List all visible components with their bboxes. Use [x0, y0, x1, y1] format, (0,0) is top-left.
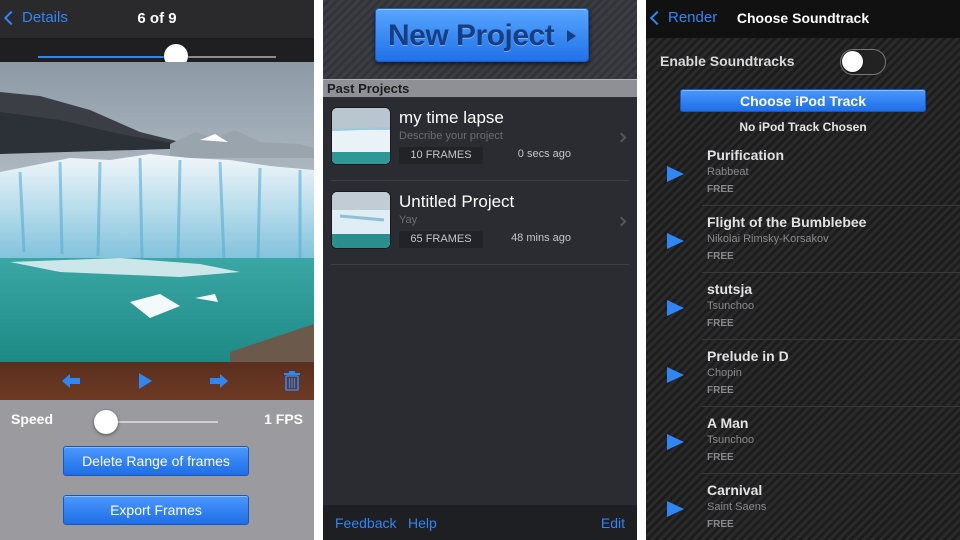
speed-value: 1 FPS: [264, 411, 303, 427]
track-artist: Tsunchoo: [707, 300, 755, 312]
project-row[interactable]: my time lapse Describe your project 10 F…: [323, 97, 637, 181]
soundtrack-screen: Render Choose Soundtrack Enable Soundtra…: [646, 0, 960, 540]
page-title: Choose Soundtrack: [736, 10, 870, 26]
chevron-right-icon: [616, 132, 627, 143]
enable-soundtracks-row: Enable Soundtracks: [646, 38, 960, 84]
frame-count-badge: 65 FRAMES: [399, 231, 483, 248]
track-row[interactable]: Flight of the Bumblebee Nikolai Rimsky-K…: [646, 206, 960, 273]
toggle-knob: [842, 51, 863, 72]
play-icon[interactable]: [667, 501, 684, 517]
arrow-right-icon[interactable]: [208, 370, 230, 392]
track-price: FREE: [707, 251, 734, 262]
play-icon[interactable]: [667, 434, 684, 450]
glacier-photo: [0, 62, 314, 362]
project-title: my time lapse: [399, 108, 504, 127]
track-artist: Rabbeat: [707, 166, 749, 178]
section-title: Past Projects: [327, 81, 410, 96]
track-artist: Saint Saens: [707, 501, 767, 513]
projects-screen: New Project Past Projects my time lapse …: [323, 0, 637, 540]
arrow-left-icon[interactable]: [60, 370, 82, 392]
frame-editor-screen: Details 6 of 9 Speed 1 FPS Delete Range …: [0, 0, 314, 540]
frame-scrubber[interactable]: [0, 38, 314, 68]
track-artist: Nikolai Rimsky-Korsakov: [707, 233, 829, 245]
track-name: stutsja: [707, 281, 753, 297]
projects-header: New Project: [323, 0, 637, 79]
track-row[interactable]: Prelude in D Chopin FREE: [646, 340, 960, 407]
track-row[interactable]: A Man Tsunchoo FREE: [646, 407, 960, 474]
project-timestamp: 48 mins ago: [511, 232, 571, 244]
track-name: Purification: [707, 147, 785, 163]
frame-count-badge: 10 FRAMES: [399, 147, 483, 164]
new-project-button[interactable]: New Project: [375, 8, 589, 62]
project-row[interactable]: Untitled Project Yay 65 FRAMES 48 mins a…: [323, 181, 637, 265]
editor-controls: Speed 1 FPS Delete Range of frames Expor…: [0, 400, 314, 540]
track-row[interactable]: stutsja Tsunchoo FREE: [646, 273, 960, 340]
speed-slider-knob[interactable]: [93, 410, 118, 434]
play-icon[interactable]: [667, 233, 684, 249]
ipod-track-status: No iPod Track Chosen: [739, 120, 867, 134]
track-artist: Chopin: [707, 367, 742, 379]
play-icon[interactable]: [134, 370, 156, 392]
trash-icon[interactable]: [281, 370, 303, 392]
scrubber-fill: [38, 56, 177, 58]
delete-range-button[interactable]: Delete Range of frames: [63, 446, 249, 476]
chevron-right-icon: [616, 216, 627, 227]
project-description: Yay: [399, 214, 418, 226]
section-header: Past Projects: [323, 79, 637, 97]
app-screenshots: Details 6 of 9 Speed 1 FPS Delete Range …: [0, 0, 960, 540]
row-divider: [331, 264, 629, 265]
export-frames-button[interactable]: Export Frames: [63, 495, 249, 525]
enable-soundtracks-label: Enable Soundtracks: [660, 53, 795, 69]
edit-button[interactable]: Edit: [601, 515, 625, 531]
track-name: Flight of the Bumblebee: [707, 214, 867, 230]
track-price: FREE: [707, 519, 734, 530]
scrubber-track: [38, 56, 276, 58]
track-name: Prelude in D: [707, 348, 789, 364]
track-name: Carnival: [707, 482, 763, 498]
play-icon[interactable]: [667, 300, 684, 316]
track-row[interactable]: Carnival Saint Saens FREE: [646, 474, 960, 540]
track-artist: Tsunchoo: [707, 434, 755, 446]
nav-bar: Details 6 of 9: [0, 0, 314, 38]
track-price: FREE: [707, 184, 734, 195]
feedback-link[interactable]: Feedback: [335, 515, 396, 531]
project-title: Untitled Project: [399, 192, 515, 211]
track-row[interactable]: Purification Rabbeat FREE: [646, 139, 960, 206]
project-thumbnail: [331, 191, 391, 249]
track-name: A Man: [707, 415, 749, 431]
frame-counter: 6 of 9: [137, 10, 177, 27]
play-icon[interactable]: [667, 166, 684, 182]
speed-label: Speed: [11, 411, 54, 427]
project-description: Describe your project: [399, 130, 503, 142]
playback-toolbar: [0, 362, 314, 400]
choose-ipod-track-button[interactable]: Choose iPod Track: [680, 89, 926, 112]
nav-bar: Render Choose Soundtrack: [646, 0, 960, 38]
play-arrow-icon: [567, 30, 576, 42]
project-timestamp: 0 secs ago: [517, 148, 571, 160]
enable-soundtracks-toggle[interactable]: [840, 49, 886, 75]
glacier-image: [0, 62, 314, 362]
project-thumbnail: [331, 107, 391, 165]
track-price: FREE: [707, 452, 734, 463]
projects-footer: Feedback Help Edit: [323, 505, 637, 540]
play-icon[interactable]: [667, 367, 684, 383]
track-price: FREE: [707, 318, 734, 329]
track-price: FREE: [707, 385, 734, 396]
help-link[interactable]: Help: [408, 515, 437, 531]
new-project-label: New Project: [388, 19, 555, 52]
